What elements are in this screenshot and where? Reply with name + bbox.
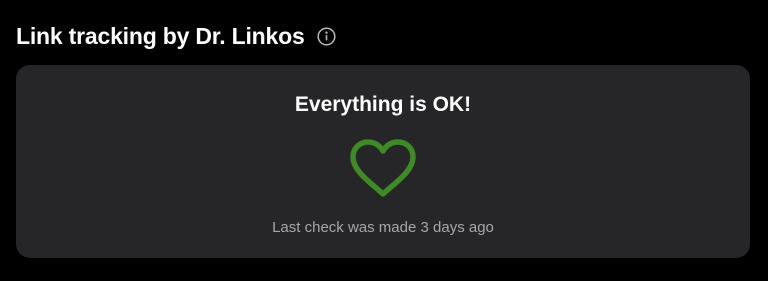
page-title: Link tracking by Dr. Linkos xyxy=(16,23,305,49)
last-check-text: Last check was made 3 days ago xyxy=(272,219,494,236)
status-title: Everything is OK! xyxy=(294,93,472,116)
header: Link tracking by Dr. Linkos xyxy=(16,20,336,52)
status-card: Everything is OK! Last check was made 3 … xyxy=(16,65,750,258)
heart-icon xyxy=(350,139,416,197)
info-icon[interactable] xyxy=(317,26,336,46)
